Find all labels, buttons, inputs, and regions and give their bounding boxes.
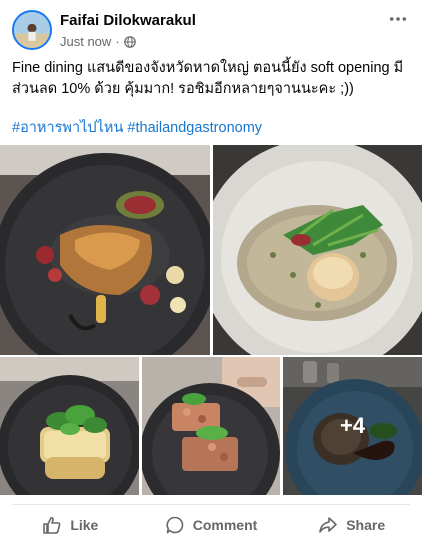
- post-meta: Just now ·: [60, 34, 136, 49]
- post-photo[interactable]: [142, 357, 280, 495]
- globe-icon: [123, 35, 136, 48]
- thumbs-up-icon: [43, 516, 61, 534]
- share-button[interactable]: Share: [281, 508, 422, 542]
- share-label: Share: [346, 517, 386, 533]
- more-options-button[interactable]: [386, 10, 410, 28]
- more-horizontal-icon: [389, 17, 407, 21]
- avatar-image: [14, 12, 50, 48]
- share-icon: [319, 517, 338, 533]
- actions-divider: [12, 504, 410, 505]
- like-label: Like: [70, 517, 99, 533]
- hashtag-link[interactable]: #thailandgastronomy: [127, 120, 262, 136]
- post-photo[interactable]: [0, 145, 210, 355]
- more-photos-count: +4: [339, 413, 366, 438]
- post-actions-bar: Like Comment Share: [0, 508, 422, 542]
- more-photos-overlay[interactable]: +4: [283, 357, 422, 495]
- post-photo-more[interactable]: +4: [283, 357, 422, 495]
- meta-separator: ·: [115, 34, 120, 49]
- food-photo-scallop-risotto: [213, 145, 422, 355]
- like-button[interactable]: Like: [0, 508, 141, 542]
- hashtag-link[interactable]: #อาหารพาไปไหน: [12, 120, 123, 136]
- post-photo[interactable]: [0, 357, 139, 495]
- food-photo-foie-gras: [0, 145, 210, 355]
- food-photo-tartare: [142, 357, 280, 495]
- author-name[interactable]: Faifai Dilokwarakul: [60, 12, 196, 29]
- comment-button[interactable]: Comment: [141, 508, 282, 542]
- food-photo-terrine: [0, 357, 139, 495]
- timestamp[interactable]: Just now: [60, 34, 111, 49]
- hashtags: #อาหารพาไปไหน #thailandgastronomy: [12, 116, 262, 139]
- post-caption: Fine dining แสนดีของจังหวัดหาดใหญ่ ตอนนี…: [12, 60, 404, 97]
- avatar[interactable]: [12, 10, 52, 50]
- comment-label: Comment: [192, 517, 258, 533]
- post-header: Faifai Dilokwarakul Just now ·: [0, 0, 422, 52]
- comment-icon: [166, 516, 184, 534]
- post-photo[interactable]: [213, 145, 422, 355]
